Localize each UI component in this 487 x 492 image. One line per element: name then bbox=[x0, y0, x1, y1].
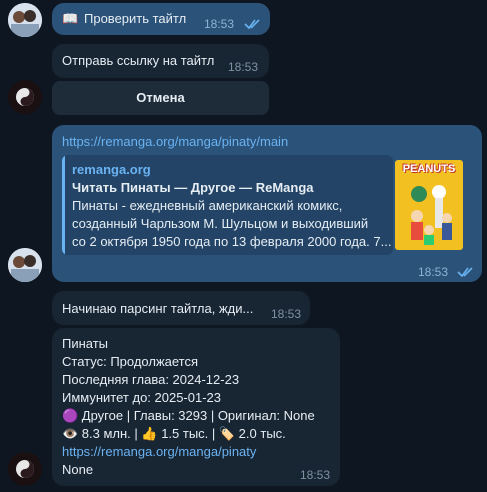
info-line: 🟣 Другое | Главы: 3293 | Оригинал: None bbox=[62, 408, 315, 423]
cancel-button[interactable]: Отмена bbox=[52, 81, 269, 115]
info-line: Статус: Продолжается bbox=[62, 354, 199, 369]
message-time: 18:53 bbox=[271, 307, 302, 321]
message-check-title: 📖 Проверить тайтл 18:53 bbox=[52, 3, 270, 35]
bot-avatar[interactable] bbox=[8, 80, 42, 114]
double-check-icon bbox=[457, 267, 473, 278]
preview-cover-image[interactable]: PEANUTS bbox=[395, 160, 463, 250]
info-line: Последняя глава: 2024-12-23 bbox=[62, 372, 240, 387]
link-preview[interactable]: remanga.org Читать Пинаты — Другое — ReM… bbox=[62, 155, 393, 255]
preview-desc-line: созданный Чарльзом М. Шульцом и выходивш… bbox=[72, 216, 369, 231]
message-text: Проверить тайтл bbox=[84, 11, 187, 26]
message-text: Отправь ссылку на тайтл bbox=[62, 53, 215, 68]
user-avatar[interactable] bbox=[8, 3, 42, 37]
preview-accent-bar bbox=[62, 155, 65, 255]
info-line: Иммунитет до: 2025-01-23 bbox=[62, 390, 222, 405]
message-time: 18:53 bbox=[418, 265, 449, 279]
info-line: Пинаты bbox=[62, 336, 109, 351]
double-check-icon bbox=[244, 19, 260, 30]
preview-desc-line: со 2 октября 1950 года по 13 февраля 200… bbox=[72, 234, 392, 249]
bot-avatar[interactable] bbox=[8, 452, 42, 486]
message-time: 18:53 bbox=[300, 468, 331, 482]
manga-url-link[interactable]: https://remanga.org/manga/pinaty/main bbox=[62, 133, 288, 151]
info-line: None bbox=[62, 462, 94, 477]
user-avatar-image bbox=[8, 3, 42, 37]
message-send-link: Отправь ссылку на тайтл 18:53 bbox=[52, 44, 269, 78]
message-time: 18:53 bbox=[228, 60, 259, 74]
message-title-info: Пинаты Статус: Продолжается Последняя гл… bbox=[52, 328, 340, 486]
preview-desc-line: Пинаты - ежедневный американский комикс, bbox=[72, 198, 343, 213]
message-parsing: Начинаю парсинг тайтла, жди... 18:53 bbox=[52, 291, 310, 325]
message-time: 18:53 bbox=[204, 17, 235, 31]
cover-art bbox=[411, 185, 452, 245]
user-avatar-image bbox=[8, 248, 42, 282]
info-line: 👁️ 8.3 млн. | 👍 1.5 тыс. | 🏷️ 2.0 тыс. bbox=[62, 426, 286, 441]
preview-site: remanga.org bbox=[72, 162, 151, 177]
bot-avatar-image bbox=[8, 452, 42, 486]
cancel-button-label: Отмена bbox=[136, 90, 185, 105]
user-avatar[interactable] bbox=[8, 248, 42, 282]
title-link[interactable]: https://remanga.org/manga/pinaty bbox=[62, 443, 256, 461]
preview-title: Читать Пинаты — Другое — ReManga bbox=[72, 180, 314, 195]
message-text: Начинаю парсинг тайтла, жди... bbox=[62, 301, 254, 316]
bot-avatar-image bbox=[8, 80, 42, 114]
book-icon: 📖 bbox=[62, 11, 79, 26]
